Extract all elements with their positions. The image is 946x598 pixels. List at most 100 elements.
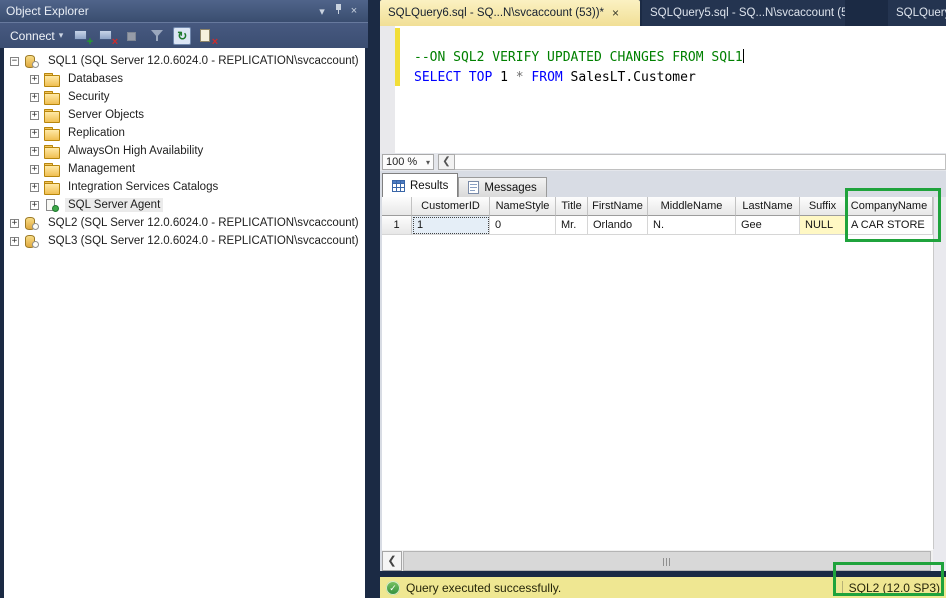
filter-icon[interactable] bbox=[148, 27, 167, 45]
code-segment: 1 bbox=[492, 70, 515, 85]
change-tracking-bar bbox=[395, 28, 400, 86]
connect-label: Connect bbox=[10, 29, 55, 43]
expand-toggle-icon[interactable]: + bbox=[30, 93, 39, 102]
folder-icon bbox=[44, 91, 60, 106]
expand-toggle-icon[interactable]: + bbox=[30, 201, 39, 210]
server-icon bbox=[24, 234, 40, 249]
code-segment bbox=[461, 70, 469, 85]
editor-hscroll-left-arrow[interactable]: ❮ bbox=[438, 154, 455, 170]
column-header-companyname[interactable]: CompanyName bbox=[846, 197, 933, 216]
sql-code: --ON SQL2 VERIFY UPDATED CHANGES FROM SQ… bbox=[414, 28, 946, 88]
close-icon[interactable]: × bbox=[346, 5, 362, 17]
server-icon bbox=[24, 54, 40, 69]
tree-item-label: SQL2 (SQL Server 12.0.6024.0 - REPLICATI… bbox=[45, 216, 362, 230]
folder-icon bbox=[44, 109, 60, 124]
sql-editor[interactable]: --ON SQL2 VERIFY UPDATED CHANGES FROM SQ… bbox=[380, 26, 946, 153]
tab-label: SQLQuery5.sql - SQ...N\svcaccount (53))* bbox=[650, 7, 845, 19]
expand-toggle-icon[interactable]: + bbox=[30, 129, 39, 138]
window-position-menu-icon[interactable]: ▾ bbox=[314, 5, 330, 18]
expand-toggle-icon[interactable]: + bbox=[30, 147, 39, 156]
success-check-icon: ✓ bbox=[386, 581, 400, 595]
cell-companyname[interactable]: A CAR STORE bbox=[846, 216, 933, 235]
tree-item-label: Replication bbox=[65, 126, 128, 140]
object-explorer-title: Object Explorer bbox=[6, 4, 314, 18]
status-message: Query executed successfully. bbox=[406, 581, 561, 595]
object-explorer-panel: Object Explorer ▾ × Connect ▾ + × ↻ × − S… bbox=[0, 0, 368, 598]
tree-item-sql2-sql-server-12-0-6024-0-replication-[interactable]: + SQL2 (SQL Server 12.0.6024.0 - REPLICAT… bbox=[4, 214, 365, 232]
code-segment: --ON SQL2 VERIFY UPDATED CHANGES FROM SQ… bbox=[414, 50, 743, 65]
refresh-icon[interactable]: ↻ bbox=[173, 27, 192, 45]
tree-item-sql1-sql-server-12-0-6024-0-replication-[interactable]: − SQL1 (SQL Server 12.0.6024.0 - REPLICAT… bbox=[4, 52, 365, 70]
tree-item-sql3-sql-server-12-0-6024-0-replication-[interactable]: +SQL3 (SQL Server 12.0.6024.0 - REPLICAT… bbox=[4, 232, 365, 250]
row-header[interactable]: 1 bbox=[382, 216, 412, 235]
column-header-middlename[interactable]: MiddleName bbox=[648, 197, 736, 216]
expand-toggle-icon[interactable]: + bbox=[30, 165, 39, 174]
expand-toggle-icon[interactable]: + bbox=[30, 75, 39, 84]
column-header-title[interactable]: Title bbox=[556, 197, 588, 216]
expand-toggle-icon[interactable]: + bbox=[10, 219, 19, 228]
disconnect-server-icon[interactable]: × bbox=[98, 27, 117, 45]
tree-item-label: SQL1 (SQL Server 12.0.6024.0 - REPLICATI… bbox=[45, 54, 362, 68]
tree-item-sql-server-agent[interactable]: + SQL Server Agent bbox=[4, 196, 365, 214]
column-header-customerid[interactable]: CustomerID bbox=[412, 197, 490, 216]
stop-icon bbox=[123, 27, 142, 45]
grid-horizontal-scrollbar[interactable]: ❮ bbox=[382, 549, 933, 571]
messages-icon bbox=[468, 181, 479, 194]
disconnect-object-icon[interactable]: × bbox=[198, 27, 217, 45]
tree-item-integration-services-catalogs[interactable]: + Integration Services Catalogs bbox=[4, 178, 365, 196]
column-header-lastname[interactable]: LastName bbox=[736, 197, 800, 216]
pin-icon[interactable] bbox=[330, 4, 346, 18]
folder-icon bbox=[44, 73, 60, 88]
connect-server-icon[interactable]: + bbox=[73, 27, 92, 45]
column-header-namestyle[interactable]: NameStyle bbox=[490, 197, 556, 216]
editor-hscroll-track[interactable] bbox=[455, 154, 946, 170]
cell-customerid[interactable]: 1 bbox=[412, 216, 490, 235]
tab-label: Results bbox=[410, 180, 448, 192]
expand-toggle-icon[interactable]: + bbox=[30, 183, 39, 192]
expand-toggle-icon[interactable]: + bbox=[30, 111, 39, 120]
collapse-toggle-icon[interactable]: − bbox=[10, 57, 19, 66]
column-header-firstname[interactable]: FirstName bbox=[588, 197, 648, 216]
query-status-bar: ✓ Query executed successfully. SQL2 (12.… bbox=[380, 577, 946, 598]
cell-middlename[interactable]: N. bbox=[648, 216, 736, 235]
grid-hscroll-left-arrow[interactable]: ❮ bbox=[382, 551, 402, 571]
column-header-suffix[interactable]: Suffix bbox=[800, 197, 846, 216]
tree-item-security[interactable]: + Security bbox=[4, 88, 365, 106]
tree-item-label: Integration Services Catalogs bbox=[65, 180, 221, 194]
cell-title[interactable]: Mr. bbox=[556, 216, 588, 235]
scrollbar-corner bbox=[933, 549, 946, 571]
cell-suffix[interactable]: NULL bbox=[800, 216, 846, 235]
tree-item-server-objects[interactable]: + Server Objects bbox=[4, 106, 365, 124]
code-segment: SalesLT.Customer bbox=[563, 70, 696, 85]
grid-hscroll-thumb[interactable] bbox=[403, 551, 931, 571]
tab-results[interactable]: Results bbox=[382, 173, 458, 197]
tab-close-icon[interactable]: × bbox=[612, 6, 619, 20]
tab-messages[interactable]: Messages bbox=[458, 177, 546, 197]
tree-item-label: SQL Server Agent bbox=[65, 198, 163, 212]
folder-icon bbox=[44, 127, 60, 142]
tab-sqlquery4[interactable]: SQLQuery4. bbox=[888, 0, 946, 26]
tree-item-databases[interactable]: +Databases bbox=[4, 70, 365, 88]
results-grid: CustomerIDNameStyleTitleFirstNameMiddleN… bbox=[382, 197, 933, 549]
cell-firstname[interactable]: Orlando bbox=[588, 216, 648, 235]
corner-header[interactable] bbox=[382, 197, 412, 216]
tree-item-alwayson-high-availability[interactable]: + AlwaysOn High Availability bbox=[4, 142, 365, 160]
editor-selection-margin bbox=[380, 26, 395, 153]
code-segment: SELECT bbox=[414, 70, 461, 85]
tree-item-label: Server Objects bbox=[65, 108, 147, 122]
tree-item-replication[interactable]: + Replication bbox=[4, 124, 365, 142]
results-tabstrip: Results Messages bbox=[382, 171, 547, 197]
tree-item-management[interactable]: +Management bbox=[4, 160, 365, 178]
cell-lastname[interactable]: Gee bbox=[736, 216, 800, 235]
tab-label: SQLQuery4. bbox=[896, 7, 946, 19]
tree-item-label: Security bbox=[65, 90, 113, 104]
tab-sqlquery5[interactable]: SQLQuery5.sql - SQ...N\svcaccount (53))* bbox=[642, 0, 845, 26]
zoom-level-dropdown[interactable]: 100 % ▾ bbox=[382, 154, 434, 170]
grid-vertical-scrollbar[interactable] bbox=[933, 197, 946, 549]
connect-button[interactable]: Connect ▾ bbox=[6, 27, 67, 45]
tab-sqlquery6[interactable]: SQLQuery6.sql - SQ...N\svcaccount (53))*… bbox=[380, 0, 640, 26]
expand-toggle-icon[interactable]: + bbox=[10, 237, 19, 246]
cell-namestyle[interactable]: 0 bbox=[490, 216, 556, 235]
tree-item-label: AlwaysOn High Availability bbox=[65, 144, 206, 158]
chevron-down-icon: ▾ bbox=[59, 30, 64, 41]
